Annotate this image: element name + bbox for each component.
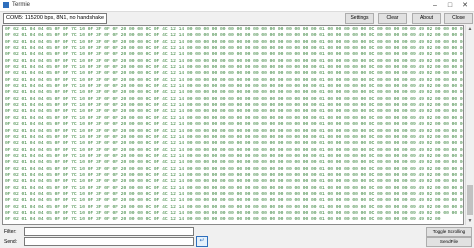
terminal-line: 0F 02 01 04 04 05 0F 0F 7C 10 0F 3F 0F 0… [5,128,463,134]
terminal-line: 0F 02 01 04 04 05 0F 0F 7C 10 0F 3F 0F 0… [5,71,463,77]
scroll-down-icon[interactable]: ▼ [466,217,474,225]
terminal-line: 0F 02 01 04 04 05 0F 0F 7C 10 0F 3F 0F 0… [5,166,463,172]
terminal-line: 0F 02 01 04 04 05 0F 0F 7C 10 0F 3F 0F 0… [5,122,463,128]
terminal-line: 0F 02 01 04 04 05 0F 0F 7C 10 0F 3F 0F 0… [5,147,463,153]
terminal-line: 0F 02 01 04 04 05 0F 0F 7C 10 0F 3F 0F 0… [5,141,463,147]
vertical-scrollbar[interactable]: ▲ ▼ [465,25,474,225]
terminal-output[interactable]: 0F 02 01 04 04 05 0F 0F 7C 10 0F 3F 0F 0… [2,25,464,225]
send-file-button[interactable]: SendFile [426,237,472,247]
minimize-icon[interactable]: – [428,0,442,11]
scroll-up-icon[interactable]: ▲ [466,25,474,33]
terminal-line: 0F 02 01 04 04 05 0F 0F 7C 10 0F 3F 0F 0… [5,90,463,96]
window-title: Termie [12,2,31,8]
title-bar: Termie – □ ✕ [0,0,474,12]
app-icon [3,2,9,8]
toggle-scrolling-button[interactable]: Toggle Scrolling [426,227,472,237]
terminal-line: 0F 02 01 04 04 05 0F 0F 7C 10 0F 3F 0F 0… [5,179,463,185]
terminal-line: 0F 02 01 04 04 05 0F 0F 7C 10 0F 3F 0F 0… [5,160,463,166]
close-button[interactable]: Close [444,13,473,24]
terminal-line: 0F 02 01 04 04 05 0F 0F 7C 10 0F 3F 0F 0… [5,198,463,204]
send-input[interactable] [24,237,194,246]
scrollbar-thumb[interactable] [467,185,473,215]
terminal-line: 0F 02 01 04 04 05 0F 0F 7C 10 0F 3F 0F 0… [5,33,463,39]
terminal-line: 0F 02 01 04 04 05 0F 0F 7C 10 0F 3F 0F 0… [5,185,463,191]
close-icon[interactable]: ✕ [458,0,472,11]
filter-input[interactable] [24,227,194,236]
settings-button[interactable]: Settings [345,13,374,24]
port-settings-field[interactable]: COM5: 115200 bps, 8N1, no handshake [3,13,107,24]
terminal-line: 0F 02 01 04 04 05 0F 0F 7C 10 0F 3F 0F 0… [5,109,463,115]
send-label: Send: [4,239,18,245]
filter-label: Filter: [4,229,17,235]
enter-icon[interactable]: ↵ [196,236,208,247]
maximize-icon[interactable]: □ [443,0,457,11]
terminal-line: 0F 02 01 04 04 05 0F 0F 7C 10 0F 3F 0F 0… [5,217,441,223]
about-button[interactable]: About [412,13,441,24]
terminal-line: 0F 02 01 04 04 05 0F 0F 7C 10 0F 3F 0F 0… [5,52,463,58]
clear-button[interactable]: Clear [378,13,407,24]
